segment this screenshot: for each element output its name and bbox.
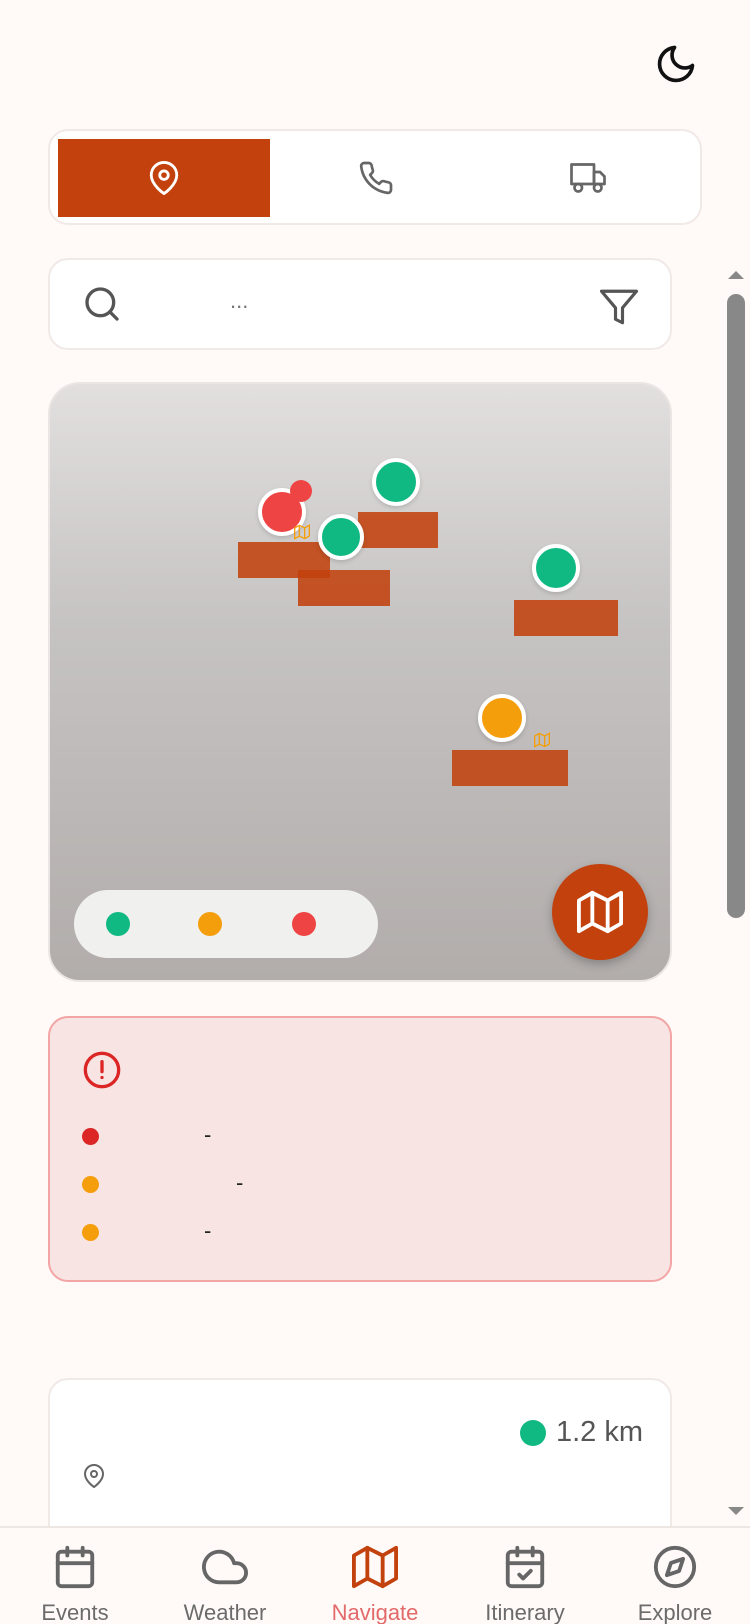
tab-delivery[interactable] bbox=[482, 139, 694, 217]
phone-icon bbox=[359, 161, 393, 195]
legend-dot-orange bbox=[198, 912, 222, 936]
map-label-box bbox=[358, 512, 438, 548]
map-legend bbox=[74, 890, 378, 958]
alert-status-dot bbox=[82, 1175, 99, 1193]
legend-dot-green bbox=[106, 912, 130, 936]
alert-row-text: - bbox=[204, 1122, 212, 1147]
search-bar bbox=[48, 258, 672, 350]
small-map-icon bbox=[294, 524, 310, 540]
scrollbar[interactable] bbox=[726, 268, 746, 1518]
map-pin-badge bbox=[290, 480, 312, 502]
map-label-box bbox=[298, 570, 390, 606]
map-pin-icon bbox=[149, 161, 179, 195]
map-view[interactable] bbox=[48, 382, 672, 982]
nav-item-navigate[interactable]: Navigate bbox=[300, 1544, 450, 1624]
nav-label: Weather bbox=[183, 1600, 267, 1624]
search-icon[interactable] bbox=[82, 284, 122, 324]
map-pin-icon bbox=[84, 1464, 104, 1488]
open-map-button[interactable] bbox=[552, 864, 648, 960]
filter-icon[interactable] bbox=[598, 286, 640, 328]
alert-status-dot bbox=[82, 1223, 99, 1241]
nav-item-events[interactable]: Events bbox=[0, 1544, 150, 1624]
map-icon bbox=[577, 890, 623, 934]
alert-row: - bbox=[82, 1122, 211, 1148]
alert-row-text: - bbox=[204, 1218, 212, 1243]
nav-label: Events bbox=[41, 1600, 109, 1624]
alert-circle-icon bbox=[83, 1051, 121, 1089]
calendar-icon bbox=[55, 1545, 95, 1589]
alert-row-text: - bbox=[236, 1170, 244, 1195]
nav-item-weather[interactable]: Weather bbox=[150, 1544, 300, 1624]
map-pin-green[interactable] bbox=[318, 514, 364, 560]
calendar-check-icon bbox=[505, 1545, 545, 1589]
scroll-down-arrow-icon[interactable] bbox=[726, 1504, 746, 1518]
distance-label: 1.2 km bbox=[556, 1416, 644, 1448]
bottom-navigation: Events Weather Navigate Itinerary Explor… bbox=[0, 1526, 750, 1624]
status-dot bbox=[520, 1420, 546, 1446]
theme-toggle-button[interactable] bbox=[652, 40, 700, 88]
alert-row: - bbox=[82, 1170, 243, 1196]
search-input[interactable] bbox=[230, 288, 590, 314]
map-pin-orange[interactable] bbox=[478, 694, 526, 742]
nav-label: Navigate bbox=[331, 1600, 419, 1624]
small-map-icon bbox=[534, 732, 550, 748]
truck-icon bbox=[570, 163, 606, 193]
cloud-icon bbox=[202, 1549, 248, 1585]
tab-phone[interactable] bbox=[270, 139, 482, 217]
alert-card: - - - bbox=[48, 1016, 672, 1282]
map-pin-green[interactable] bbox=[532, 544, 580, 592]
nav-item-explore[interactable]: Explore bbox=[600, 1544, 750, 1624]
moon-icon bbox=[657, 45, 695, 83]
map-icon bbox=[352, 1545, 398, 1589]
map-label-box bbox=[452, 750, 568, 786]
compass-icon bbox=[653, 1545, 697, 1589]
alert-status-dot bbox=[82, 1127, 99, 1145]
contact-mode-tabs bbox=[48, 129, 702, 225]
legend-dot-red bbox=[292, 912, 316, 936]
alert-row: - bbox=[82, 1218, 211, 1244]
nav-label: Itinerary bbox=[485, 1600, 565, 1624]
nav-label: Explore bbox=[637, 1600, 713, 1624]
scroll-thumb[interactable] bbox=[727, 294, 745, 918]
tab-location[interactable] bbox=[58, 139, 270, 217]
scroll-up-arrow-icon[interactable] bbox=[726, 268, 746, 282]
nav-item-itinerary[interactable]: Itinerary bbox=[450, 1544, 600, 1624]
map-label-box bbox=[514, 600, 618, 636]
map-pin-green[interactable] bbox=[372, 458, 420, 506]
